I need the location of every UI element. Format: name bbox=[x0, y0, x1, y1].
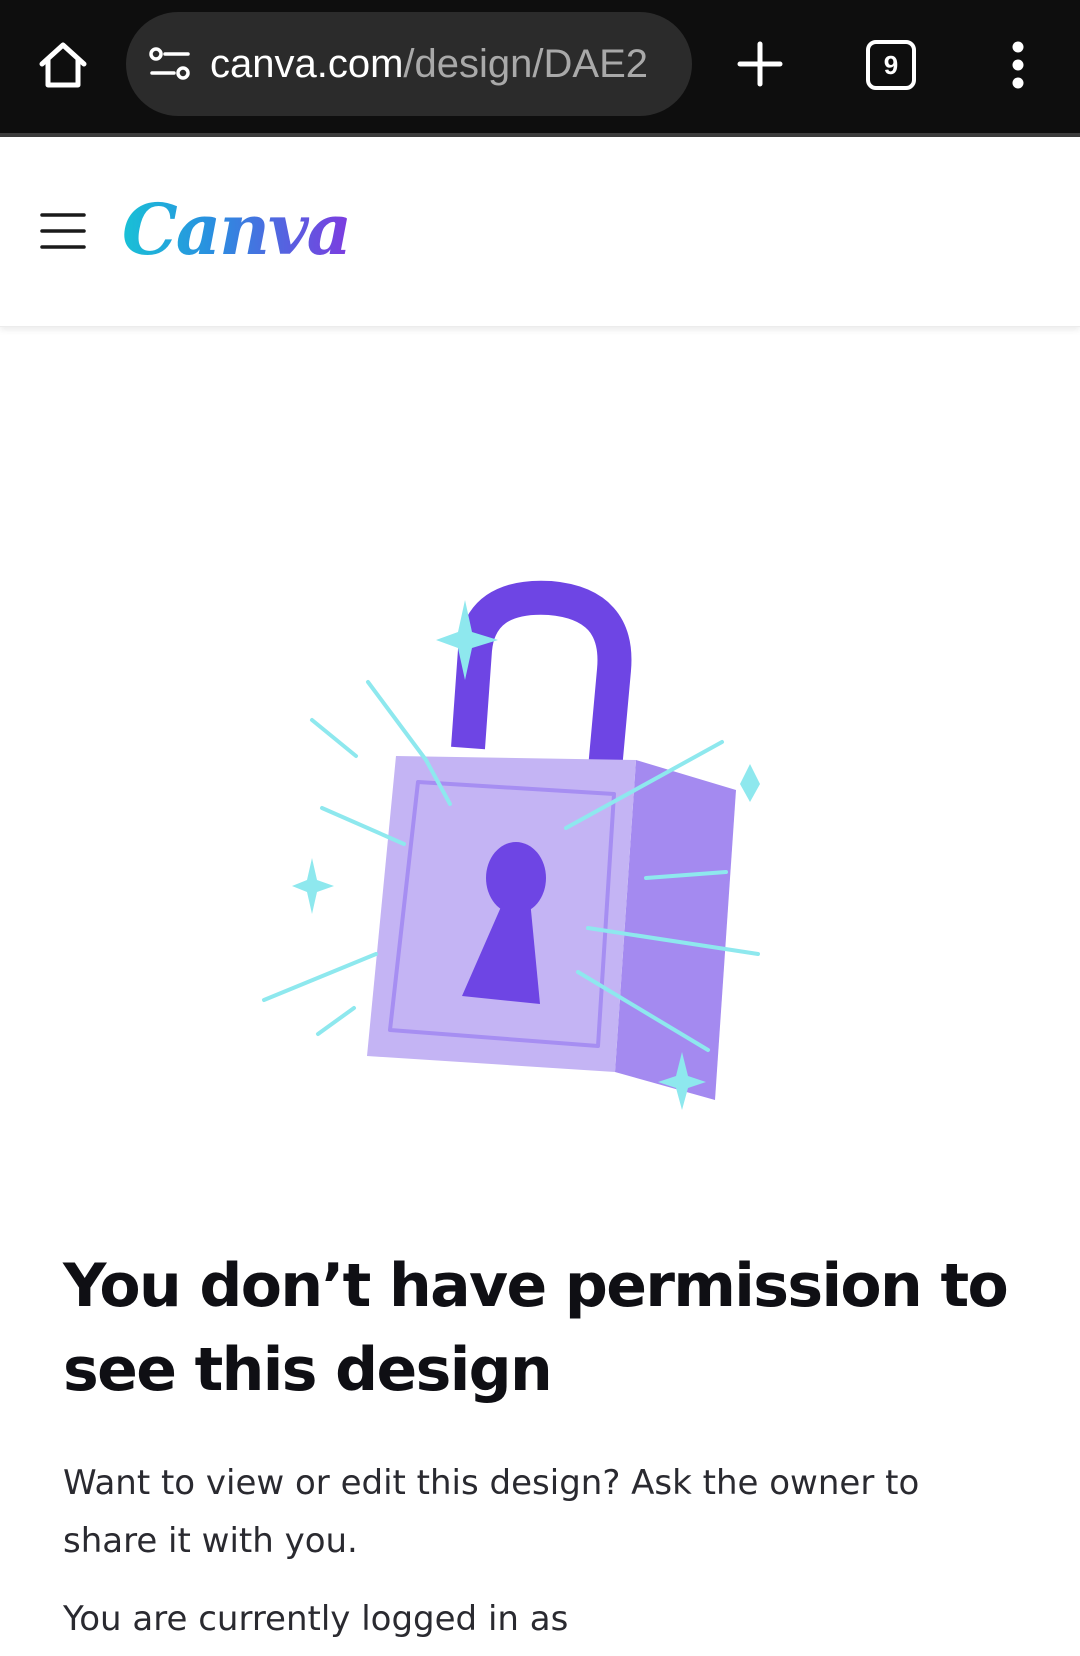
new-tab-icon[interactable] bbox=[736, 40, 784, 88]
site-header: Canva bbox=[0, 137, 1080, 327]
url-domain: canva.com bbox=[210, 42, 404, 86]
browser-toolbar: canva.com/design/DAE2 9 bbox=[0, 0, 1080, 137]
permission-description: Want to view or edit this design? Ask th… bbox=[63, 1463, 920, 1561]
hamburger-menu-icon[interactable] bbox=[40, 211, 86, 251]
padlock-illustration bbox=[260, 580, 820, 1140]
site-info-icon[interactable] bbox=[148, 46, 192, 82]
tab-count: 9 bbox=[883, 49, 899, 80]
login-status-text: You are currently logged in as bbox=[63, 1599, 569, 1639]
tab-switcher-icon[interactable]: 9 bbox=[866, 40, 916, 90]
home-icon[interactable] bbox=[36, 38, 90, 92]
url-path: /design/DAE2 bbox=[403, 42, 649, 86]
canva-logo[interactable]: Canva bbox=[122, 185, 352, 275]
page-title: You don’t have permission to see this de… bbox=[63, 1251, 1009, 1405]
address-bar[interactable]: canva.com/design/DAE2 bbox=[126, 12, 692, 116]
url-text[interactable]: canva.com/design/DAE2 bbox=[210, 38, 676, 90]
more-menu-icon[interactable] bbox=[1004, 40, 1032, 90]
